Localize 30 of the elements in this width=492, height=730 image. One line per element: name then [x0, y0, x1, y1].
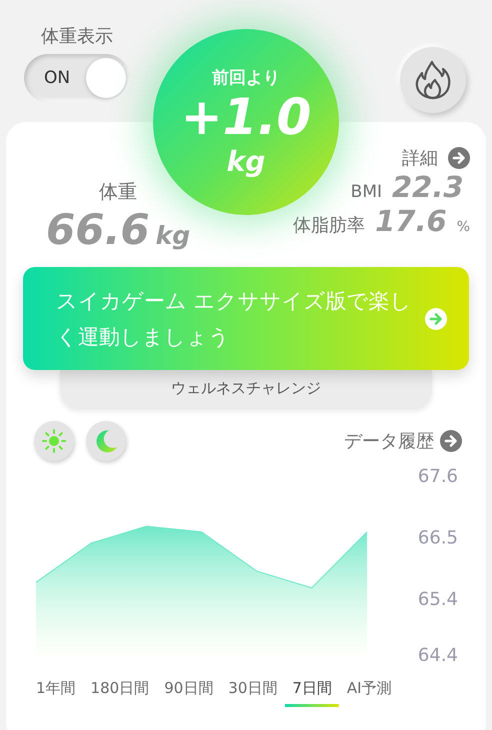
wellness-challenge-tab[interactable]: ウェルネスチャレンジ: [60, 370, 432, 408]
toggle-switch[interactable]: ON: [24, 54, 130, 102]
change-unit: kg: [226, 145, 266, 178]
bmi-label: BMI: [350, 182, 382, 202]
data-history-link[interactable]: データ履歴: [344, 429, 462, 453]
weight-value: 66.6: [46, 205, 150, 254]
axis-tick-label: 67.6: [418, 466, 458, 487]
weight-display-label: 体重表示: [41, 25, 113, 48]
moon-icon: [94, 429, 118, 453]
change-label: 前回より: [212, 66, 280, 89]
bmi-value: 22.3: [392, 170, 465, 204]
period-tab[interactable]: 180日間: [84, 675, 156, 707]
axis-tick-label: 64.4: [418, 645, 458, 661]
period-tab[interactable]: 90日間: [157, 675, 220, 707]
weight-label: 体重: [99, 180, 138, 205]
axis-tick-label: 66.5: [418, 528, 458, 549]
body-fat-value: 17.6: [375, 204, 447, 238]
axis-tick-label: 65.4: [418, 589, 458, 610]
period-tab[interactable]: 1年間: [29, 675, 83, 707]
weight-unit: kg: [156, 221, 190, 250]
details-link[interactable]: 詳細: [402, 146, 470, 170]
body-fat-label: 体脂肪率: [293, 214, 366, 237]
percent-unit: %: [456, 219, 470, 235]
sun-icon: [42, 429, 66, 453]
period-tab[interactable]: AI予測: [340, 675, 399, 707]
moon-button[interactable]: [86, 421, 126, 461]
sun-button[interactable]: [34, 421, 74, 461]
flame-icon: [415, 60, 451, 100]
change-value: +1.0: [180, 90, 312, 144]
period-tab[interactable]: 30日間: [221, 675, 284, 707]
